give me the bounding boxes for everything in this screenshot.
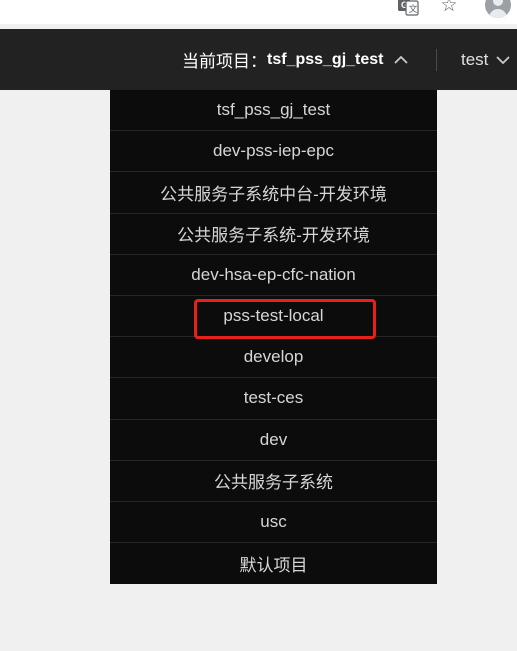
profile-body (489, 9, 507, 18)
project-option-highlighted[interactable]: pss-test-local (110, 296, 437, 338)
project-option[interactable]: test-ces (110, 378, 437, 420)
project-option[interactable]: dev-hsa-ep-cfc-nation (110, 255, 437, 296)
user-menu[interactable]: test (461, 29, 511, 90)
project-prefix-label: 当前项目： (182, 52, 267, 71)
project-option[interactable]: usc (110, 502, 437, 544)
chevron-up-icon (393, 55, 408, 64)
top-header: 当前项目： tsf_pss_gj_test test (0, 29, 517, 90)
project-option[interactable]: 默认项目 (110, 543, 437, 584)
profile-head (493, 0, 503, 6)
user-name-label: test (461, 49, 489, 69)
star-icon[interactable]: ☆ (438, 0, 460, 17)
project-option[interactable]: 公共服务子系统-开发环境 (110, 214, 437, 255)
header-divider (436, 49, 437, 71)
project-selector[interactable]: 当前项目： tsf_pss_gj_test (182, 29, 408, 90)
project-option[interactable]: tsf_pss_gj_test (110, 90, 437, 132)
svg-text:文: 文 (409, 3, 418, 15)
browser-toolbar: G 文 ☆ (0, 0, 517, 24)
chevron-down-icon (496, 55, 511, 64)
project-option[interactable]: dev-pss-iep-epc (110, 131, 437, 173)
current-project-label: tsf_pss_gj_test (267, 50, 384, 68)
project-option[interactable]: develop (110, 337, 437, 379)
project-option[interactable]: 公共服务子系统中台-开发环境 (110, 172, 437, 214)
profile-icon[interactable] (485, 0, 511, 18)
project-option[interactable]: dev (110, 420, 437, 461)
project-option[interactable]: 公共服务子系统 (110, 461, 437, 502)
project-dropdown: tsf_pss_gj_test dev-pss-iep-epc 公共服务子系统中… (110, 90, 437, 585)
translate-icon[interactable]: G 文 (397, 0, 419, 16)
